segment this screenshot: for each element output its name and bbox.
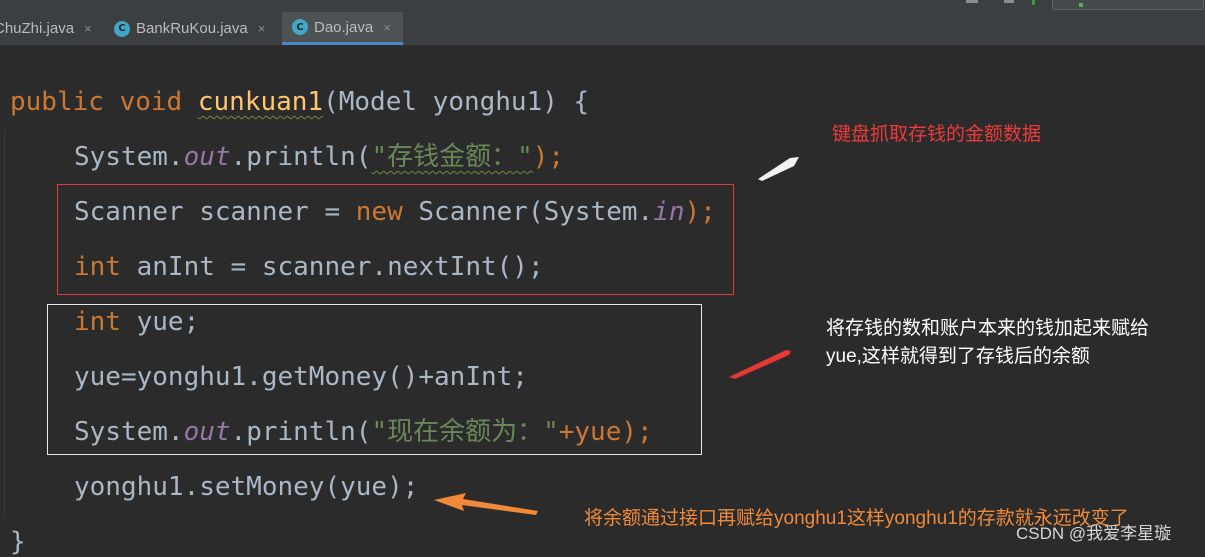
annotation-red: 键盘抓取存钱的金额数据 <box>832 124 1042 145</box>
annotation-white: 将存钱的数和账户本来的钱加起来赋给 yue,这样就得到了存钱后的余额 <box>826 315 1149 371</box>
arrow-white-icon <box>758 157 799 181</box>
arrow-orange-icon <box>434 493 538 515</box>
annotation-arrows <box>434 157 799 515</box>
arrow-red-icon <box>729 350 791 379</box>
annotation-white-line: yue,这样就得到了存钱后的余额 <box>826 346 1090 367</box>
annotation-white-line: 将存钱的数和账户本来的钱加起来赋给 <box>826 318 1150 339</box>
watermark: CSDN @我爱李星璇 <box>1016 524 1172 543</box>
